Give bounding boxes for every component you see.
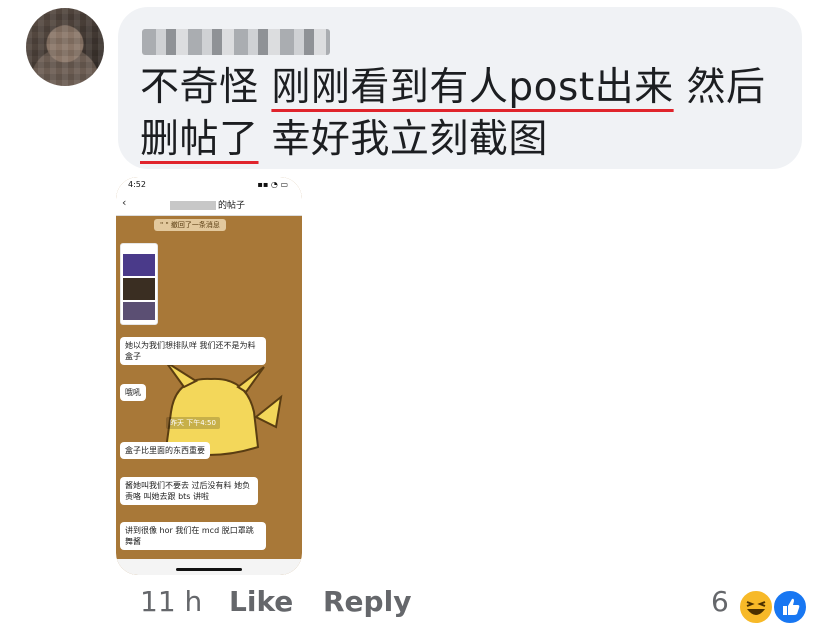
comment-line2-tail: 幸好我立刻截图 (258, 117, 548, 162)
chat-timestamp: 昨天 下午4:50 (166, 417, 220, 429)
phone-status-time: 4:52 (128, 180, 146, 189)
image-thumbnail (120, 243, 158, 325)
thumbnail-tile (123, 278, 155, 300)
thumbnail-tile (123, 254, 155, 276)
chat-message: 讲到很像 hor 我们在 mcd 脱口罩跳舞酱 (120, 522, 266, 550)
thumbnail-tile (123, 302, 155, 320)
like-icon[interactable] (772, 589, 808, 625)
comment-bubble: 不奇怪 刚刚看到有人post出来 然后 删帖了 幸好我立刻截图 (118, 7, 802, 169)
chat-message: 盒子比里面的东西重要 (120, 442, 210, 459)
reply-button[interactable]: Reply (323, 585, 411, 618)
like-button[interactable]: Like (229, 585, 293, 618)
chat-title: 的帖子 (170, 198, 245, 211)
commenter-name-blurred[interactable] (142, 29, 330, 55)
haha-icon[interactable] (738, 589, 774, 625)
back-chevron-icon: ‹ (122, 196, 127, 209)
attached-screenshot[interactable]: 4:52 ▪▪ ◔ ▭ ‹ 的帖子 " " 撤回了一条消息 她以为我们想排队咩 … (116, 177, 302, 575)
comment-time[interactable]: 11 h (140, 585, 202, 618)
chat-message: 酱她叫我们不要去 过后没有料 她负责咯 叫她去跟 bts 讲啦 (120, 477, 258, 505)
phone-bottom-bar (116, 559, 302, 575)
chat-message: 哦吼 (120, 384, 146, 401)
comment-line1-plain: 不奇怪 (140, 65, 272, 110)
comment-text: 不奇怪 刚刚看到有人post出来 然后 删帖了 幸好我立刻截图 (140, 62, 790, 166)
phone-status-bar: 4:52 ▪▪ ◔ ▭ (116, 177, 302, 193)
home-indicator (176, 568, 242, 571)
chat-message: 她以为我们想排队咩 我们还不是为料盒子 (120, 337, 266, 365)
reaction-count[interactable]: 6 (711, 585, 729, 618)
phone-signal-icons: ▪▪ ◔ ▭ (257, 180, 288, 189)
comment-line1-underlined: 刚刚看到有人post出来 (271, 65, 674, 110)
chat-title-blurred-name (170, 201, 216, 210)
chat-title-suffix: 的帖子 (218, 201, 246, 211)
comment-line1-tail: 然后 (673, 65, 766, 110)
chat-nav-bar: ‹ 的帖子 (116, 193, 302, 216)
comment-line2-underlined: 删帖了 (140, 117, 259, 162)
recall-notice: " " 撤回了一条消息 (154, 219, 226, 231)
avatar-pixelation (26, 8, 104, 86)
commenter-avatar[interactable] (26, 8, 104, 86)
